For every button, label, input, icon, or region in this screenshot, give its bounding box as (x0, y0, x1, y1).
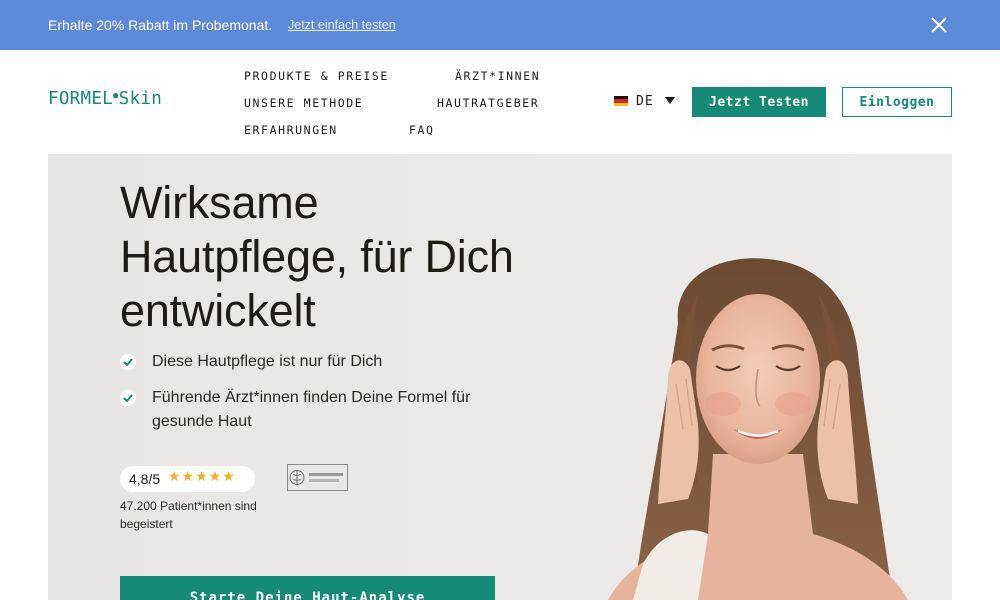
promo-banner: Erhalte 20% Rabatt im Probemonat. Jetzt … (0, 0, 1000, 50)
german-flag-icon (614, 96, 628, 106)
login-button[interactable]: Einloggen (842, 87, 952, 117)
promo-link[interactable]: Jetzt einfach testen (288, 18, 396, 32)
rating-badge: 4,8/5 ★★★★★ (120, 466, 255, 492)
benefit-text: Führende Ärzt*innen finden Deine Formel … (152, 389, 471, 430)
check-icon (120, 354, 136, 370)
nav-item-produkte-preise[interactable]: PRODUKTE & PREISE (244, 69, 389, 83)
rating-caption: 47.200 Patient*innen sind begeistert (120, 499, 257, 531)
hero-section: Wirksame Hautpflege, für Dich entwickelt… (48, 154, 952, 600)
hero-portrait-image (608, 258, 908, 600)
nav-item-aerztinnen[interactable]: ÄRZT*INNEN (455, 69, 540, 83)
nav-item-unsere-methode[interactable]: UNSERE METHODE (244, 96, 363, 110)
benefit-item: Führende Ärzt*innen finden Deine Formel … (120, 386, 520, 434)
logo-sub: Skin (118, 89, 163, 109)
benefit-list: Diese Hautpflege ist nur für Dich Führen… (120, 350, 520, 446)
benefit-item: Diese Hautpflege ist nur für Dich (120, 350, 520, 374)
formel-skin-logo[interactable]: FORMEL●Skin (48, 89, 162, 109)
hero-title: Wirksame Hautpflege, für Dich entwickelt (120, 177, 514, 336)
nav-item-hautratgeber[interactable]: HAUTRATGEBER (437, 96, 539, 110)
close-icon[interactable] (928, 14, 950, 36)
caret-down-icon (665, 97, 675, 104)
jetzt-testen-button[interactable]: Jetzt Testen (692, 87, 826, 117)
benefit-text: Diese Hautpflege ist nur für Dich (152, 353, 383, 370)
rating-score: 4,8/5 (129, 471, 161, 487)
nav-item-faq[interactable]: FAQ (409, 123, 435, 137)
language-label: DE (636, 94, 654, 109)
doctor-association-badge-icon (287, 464, 348, 491)
start-skin-analysis-button[interactable]: Starte Deine Haut-Analyse (120, 576, 495, 600)
site-header: FORMEL●Skin PRODUKTE & PREISE ÄRZT*INNEN… (0, 50, 1000, 154)
check-icon (120, 390, 136, 406)
promo-text: Erhalte 20% Rabatt im Probemonat. (48, 17, 273, 33)
nav-item-erfahrungen[interactable]: ERFAHRUNGEN (244, 123, 338, 137)
page: Erhalte 20% Rabatt im Probemonat. Jetzt … (0, 0, 1000, 600)
star-rating-icon: ★★★★★ (168, 469, 236, 485)
logo-main: FORMEL (48, 89, 114, 109)
